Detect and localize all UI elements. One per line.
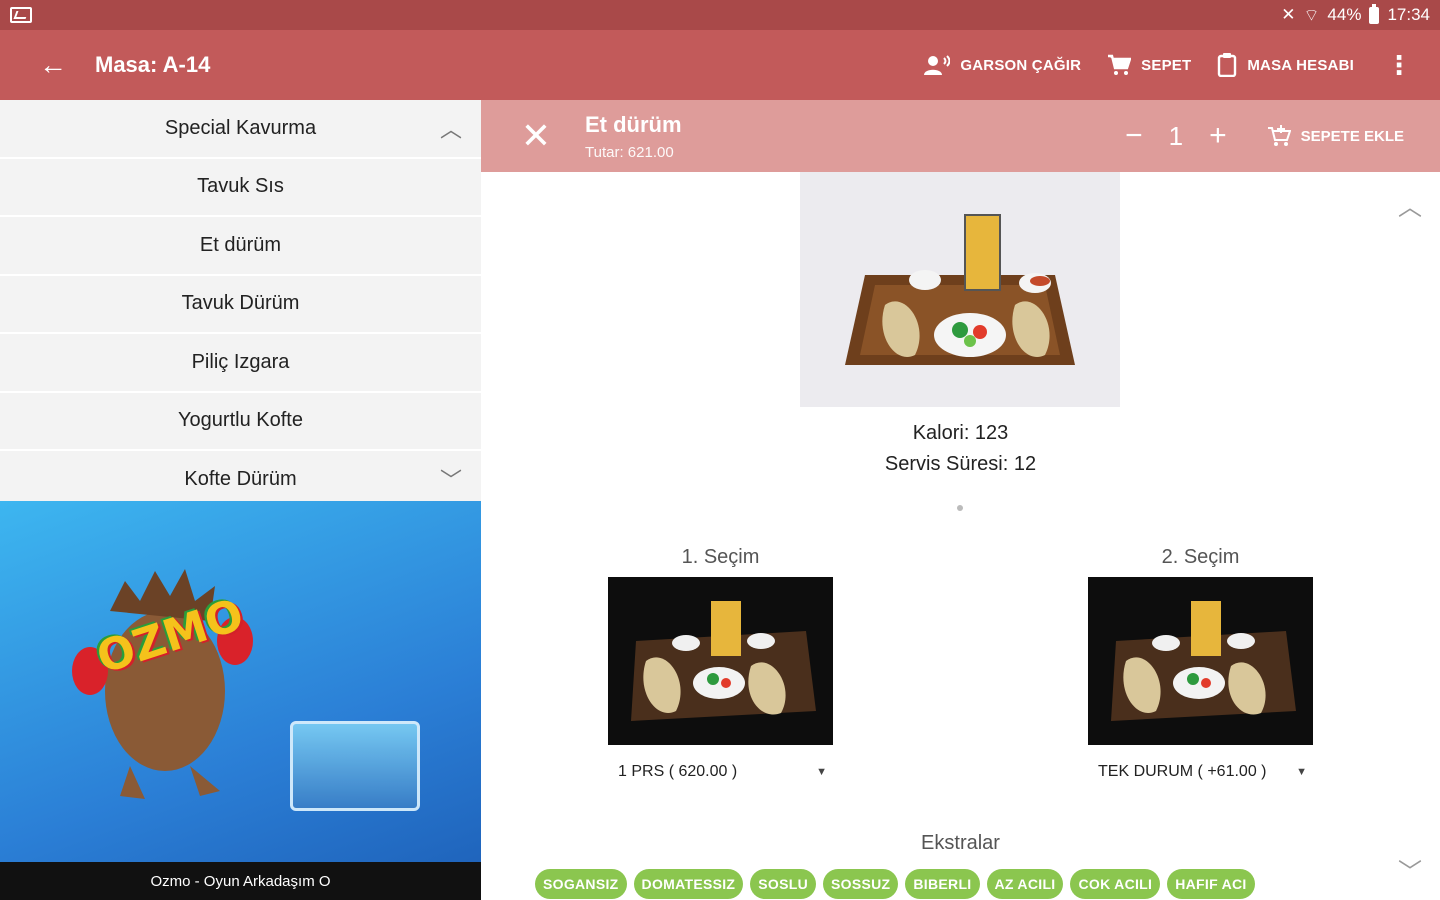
- menu-item-et-durum[interactable]: Et dürüm: [0, 217, 481, 276]
- app-bar: ← Masa: A-14 GARSON ÇAĞIR SEPET MASA HES…: [0, 30, 1440, 100]
- extra-chip[interactable]: SOSSUZ: [823, 869, 899, 899]
- quantity-stepper: − 1 +: [1125, 119, 1227, 153]
- menu-item-pilic-izgara[interactable]: Piliç Izgara: [0, 334, 481, 393]
- add-to-cart-label: SEPETE EKLE: [1300, 127, 1404, 145]
- menu-item-tavuk-sis[interactable]: Tavuk Sıs: [0, 158, 481, 217]
- cart-button[interactable]: SEPET: [1107, 54, 1191, 76]
- close-icon: ✕: [520, 115, 552, 156]
- selection-image: [608, 577, 833, 745]
- selection-2: 2. Seçim TEK DURUM ( +61.00 ) ▼: [1088, 546, 1313, 781]
- quantity-value: 1: [1168, 120, 1184, 151]
- list-item-label: Piliç Izgara: [191, 350, 290, 373]
- page-title: Masa: A-14: [95, 52, 211, 77]
- dropdown-arrow-icon: ▼: [816, 766, 827, 778]
- more-vert-icon[interactable]: ⋮: [1380, 50, 1418, 81]
- wifi-icon: ⌔: [1303, 5, 1320, 25]
- clock: 17:34: [1387, 5, 1430, 24]
- food-platter-image: [845, 213, 1075, 365]
- scroll-up-icon[interactable]: ︿: [1398, 187, 1422, 222]
- product-header: ✕ Et dürüm Tutar: 621.00 − 1 + SEPETE EK…: [481, 100, 1440, 172]
- extras-chips: SOGANSIZ DOMATESSIZ SOSLU SOSSUZ BIBERLI…: [535, 869, 1255, 899]
- battery-percent: 44%: [1327, 5, 1362, 24]
- cart-label: SEPET: [1141, 56, 1192, 74]
- add-to-cart-button[interactable]: SEPETE EKLE: [1267, 124, 1404, 148]
- decrease-button[interactable]: −: [1125, 119, 1143, 153]
- list-item-label: Yogurtlu Kofte: [178, 409, 303, 432]
- product-image: [800, 172, 1120, 407]
- selection-value: TEK DURUM ( +61.00 ): [1098, 763, 1267, 780]
- food-image: [630, 601, 816, 721]
- extra-chip[interactable]: DOMATESSIZ: [633, 869, 744, 899]
- calories-text: Kalori: 123: [912, 422, 1009, 444]
- product-detail: ︿ Kalori: 123 Servis Süresi: 12 1. Seçim…: [481, 172, 1440, 900]
- extra-chip[interactable]: HAFIF ACI: [1167, 869, 1255, 899]
- menu-item-yogurtlu-kofte[interactable]: Yogurtlu Kofte: [0, 392, 481, 451]
- extra-chip[interactable]: COK ACILI: [1070, 869, 1161, 899]
- arrow-left-icon: ←: [39, 49, 67, 80]
- close-button[interactable]: ✕: [511, 111, 561, 161]
- call-waiter-label: GARSON ÇAĞIR: [960, 56, 1082, 74]
- list-item-label: Et dürüm: [199, 233, 282, 256]
- list-item-label: Special Kavurma: [164, 116, 317, 139]
- menu-item-special-kavurma[interactable]: Special Kavurma ︿: [0, 100, 481, 159]
- selection-image: [1088, 577, 1313, 745]
- product-name: Et dürüm: [585, 111, 682, 137]
- chevron-down-icon[interactable]: ﹀: [440, 468, 462, 493]
- mute-icon: ✕: [1281, 5, 1296, 24]
- ad-caption: Ozmo - Oyun Arkadaşım O: [0, 862, 481, 900]
- extra-chip[interactable]: AZ ACILI: [986, 869, 1064, 899]
- selection-label: 1. Seçim: [681, 546, 760, 568]
- extra-chip[interactable]: SOSLU: [750, 869, 817, 899]
- toy-playset-image: [290, 721, 420, 811]
- selection-value: 1 PRS ( 620.00 ): [618, 763, 738, 780]
- extra-chip[interactable]: BIBERLI: [905, 869, 980, 899]
- product-total: Tutar: 621.00: [585, 143, 674, 161]
- selection-1-dropdown[interactable]: 1 PRS ( 620.00 ) ▼: [608, 763, 833, 781]
- person-call-icon: [924, 55, 951, 75]
- ad-banner[interactable]: OZMO Ozmo - Oyun Arkadaşım O: [0, 501, 481, 900]
- status-bar: ✕ ⌔ 44% 17:34: [0, 0, 1440, 30]
- clipboard-icon: [1218, 53, 1237, 77]
- menu-list: Special Kavurma ︿ Tavuk Sıs Et dürüm Tav…: [0, 100, 481, 510]
- selection-2-dropdown[interactable]: TEK DURUM ( +61.00 ) ▼: [1088, 763, 1313, 781]
- chevron-up-icon[interactable]: ︿: [440, 117, 462, 142]
- service-time-text: Servis Süresi: 12: [884, 453, 1037, 475]
- extras-title: Ekstralar: [921, 832, 1000, 854]
- list-item-label: Tavuk Dürüm: [181, 292, 300, 315]
- selection-1: 1. Seçim 1 PRS ( 620.00 ) ▼: [608, 546, 833, 781]
- dropdown-arrow-icon: ▼: [1296, 766, 1307, 778]
- list-item-label: Tavuk Sıs: [197, 175, 284, 198]
- ozmo-mascot-image: [72, 569, 253, 799]
- selection-label: 2. Seçim: [1161, 546, 1240, 568]
- table-bill-label: MASA HESABI: [1247, 56, 1354, 74]
- food-image: [1110, 601, 1296, 721]
- menu-item-tavuk-durum[interactable]: Tavuk Dürüm: [0, 275, 481, 334]
- extra-chip[interactable]: SOGANSIZ: [535, 869, 627, 899]
- list-item-label: Kofte Dürüm: [184, 467, 297, 490]
- table-bill-button[interactable]: MASA HESABI: [1217, 53, 1354, 77]
- page-indicator-dot: [957, 505, 963, 511]
- scroll-down-icon[interactable]: ﹀: [1398, 852, 1422, 887]
- battery-icon: [1369, 3, 1380, 24]
- add-cart-icon: [1267, 125, 1291, 146]
- cart-icon: [1108, 54, 1132, 75]
- back-button[interactable]: ←: [28, 40, 78, 90]
- gallery-notification-icon: [10, 7, 32, 23]
- call-waiter-button[interactable]: GARSON ÇAĞIR: [924, 54, 1081, 76]
- increase-button[interactable]: +: [1209, 119, 1227, 153]
